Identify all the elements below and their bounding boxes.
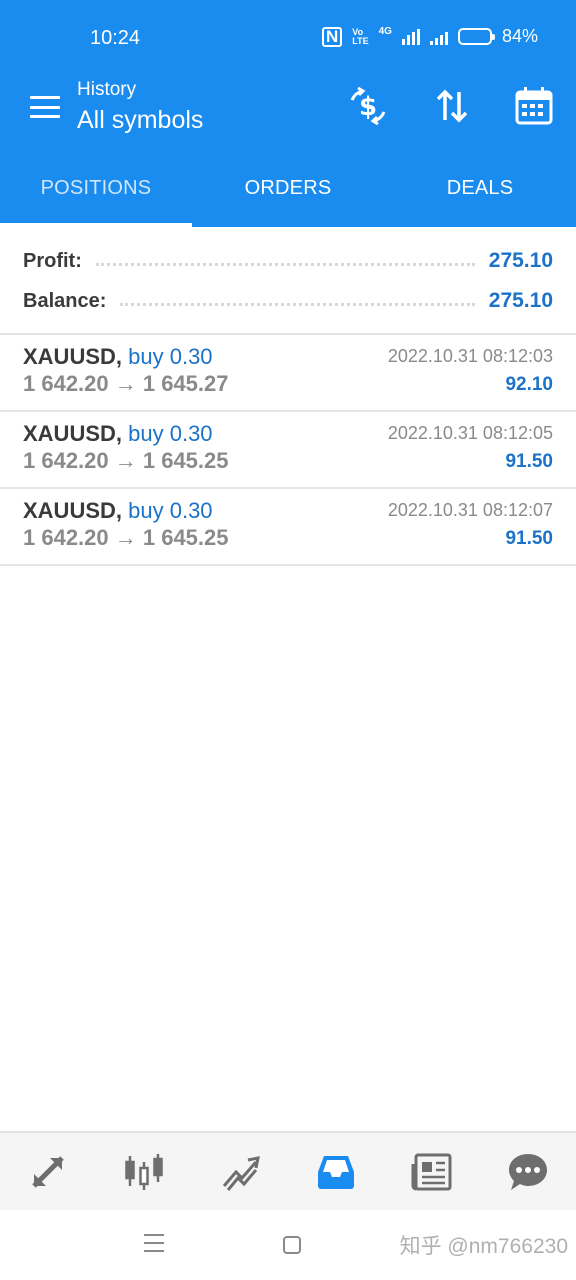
nav-history[interactable] bbox=[288, 1133, 384, 1210]
svg-text:$: $ bbox=[359, 92, 377, 122]
status-icons: N Vo LTE 4G 84% bbox=[322, 26, 538, 47]
battery-percent: 84% bbox=[501, 26, 538, 46]
balance-row: Balance: 275.10 bbox=[23, 281, 553, 321]
status-bar: 10:24 N Vo LTE 4G 84% bbox=[0, 0, 576, 70]
account-summary: Profit: 275.10 Balance: 275.10 bbox=[0, 227, 576, 335]
toolbar-subtitle: History bbox=[77, 79, 137, 100]
nav-news[interactable] bbox=[384, 1133, 480, 1210]
tab-deals[interactable]: DEALS bbox=[384, 150, 576, 227]
tab-positions[interactable]: POSITIONS bbox=[0, 150, 192, 227]
nav-quotes[interactable] bbox=[0, 1133, 96, 1210]
watermark-text: 知乎 @nm766230 bbox=[399, 1235, 568, 1258]
chat-icon bbox=[509, 1153, 547, 1190]
deal-side: buy 0.30 bbox=[128, 344, 213, 369]
profit-label: Profit: bbox=[23, 249, 82, 272]
news-icon bbox=[411, 1153, 452, 1190]
calendar-icon[interactable] bbox=[512, 84, 556, 128]
status-time: 10:24 bbox=[90, 27, 141, 49]
deal-profit: 91.50 bbox=[505, 528, 553, 549]
candlestick-chart-icon bbox=[125, 1153, 163, 1190]
history-inbox-icon bbox=[318, 1155, 354, 1189]
deal-side: buy 0.30 bbox=[128, 421, 213, 446]
deal-symbol: XAUUSD, bbox=[23, 421, 123, 446]
currency-exchange-icon[interactable]: $ bbox=[346, 84, 390, 128]
home-button[interactable] bbox=[283, 1236, 301, 1254]
deal-symbol: XAUUSD, bbox=[23, 344, 123, 369]
system-nav-bar: 知乎 @nm766230 bbox=[0, 1210, 576, 1280]
signal-icon-2 bbox=[429, 29, 448, 45]
deal-row[interactable]: XAUUSD, buy 0.30 1 642.20 → 1 645.27 202… bbox=[0, 335, 576, 412]
balance-value: 275.10 bbox=[488, 289, 553, 312]
deal-time: 2022.10.31 08:12:05 bbox=[387, 423, 553, 443]
dotted-leader bbox=[95, 262, 475, 266]
nav-trade[interactable] bbox=[192, 1133, 288, 1210]
app-toolbar: History All symbols $ bbox=[0, 70, 576, 150]
nav-chat[interactable] bbox=[480, 1133, 576, 1210]
deal-symbol: XAUUSD, bbox=[23, 498, 123, 523]
dotted-leader bbox=[120, 302, 475, 306]
deal-prices: 1 642.20 → 1 645.27 bbox=[23, 371, 229, 396]
menu-icon[interactable] bbox=[30, 96, 60, 118]
quotes-arrows-icon bbox=[32, 1155, 64, 1188]
battery-icon bbox=[457, 28, 495, 45]
tab-orders[interactable]: ORDERS bbox=[192, 150, 384, 227]
toolbar-title[interactable]: All symbols bbox=[77, 106, 203, 135]
nfc-icon: N bbox=[322, 26, 343, 47]
deal-prices: 1 642.20 → 1 645.25 bbox=[23, 525, 229, 550]
profit-value: 275.10 bbox=[488, 249, 553, 272]
network-type: 4G bbox=[378, 26, 392, 37]
deal-row[interactable]: XAUUSD, buy 0.30 1 642.20 → 1 645.25 202… bbox=[0, 412, 576, 489]
signal-icon bbox=[401, 28, 420, 45]
deal-time: 2022.10.31 08:12:03 bbox=[387, 346, 553, 366]
sort-icon[interactable] bbox=[430, 84, 474, 128]
trade-chart-icon bbox=[222, 1155, 260, 1191]
balance-label: Balance: bbox=[23, 289, 107, 312]
volte-icon: Vo LTE bbox=[352, 26, 369, 46]
deal-profit: 91.50 bbox=[505, 451, 553, 472]
deal-side: buy 0.30 bbox=[128, 498, 213, 523]
deal-row[interactable]: XAUUSD, buy 0.30 1 642.20 → 1 645.25 202… bbox=[0, 489, 576, 566]
profit-row: Profit: 275.10 bbox=[23, 241, 553, 281]
recent-apps-button[interactable] bbox=[144, 1234, 164, 1252]
tab-bar: POSITIONS ORDERS DEALS bbox=[0, 150, 576, 227]
bottom-nav bbox=[0, 1131, 576, 1210]
deal-time: 2022.10.31 08:12:07 bbox=[387, 500, 553, 520]
deal-prices: 1 642.20 → 1 645.25 bbox=[23, 448, 229, 473]
nav-charts[interactable] bbox=[96, 1133, 192, 1210]
deal-profit: 92.10 bbox=[505, 374, 553, 395]
